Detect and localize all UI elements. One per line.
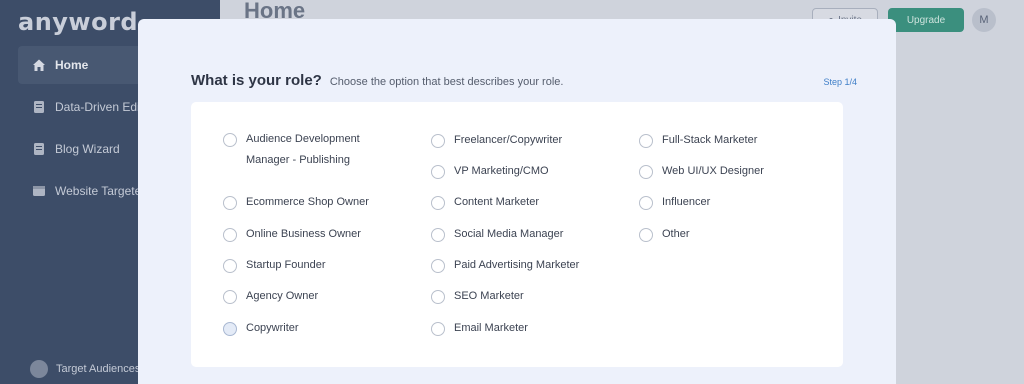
role-option-label: Startup Founder xyxy=(246,259,326,271)
radio-button[interactable] xyxy=(431,322,445,336)
role-option-label: Email Marketer xyxy=(454,322,528,334)
avatar[interactable]: M xyxy=(972,8,996,32)
role-option-label: Influencer xyxy=(662,196,711,208)
role-modal: What is your role? Choose the option tha… xyxy=(138,19,896,384)
modal-title: What is your role? xyxy=(191,72,322,89)
role-option[interactable]: Copywriter xyxy=(223,322,423,339)
role-option[interactable]: Social Media Manager xyxy=(431,228,631,245)
role-option-label: Ecommerce Shop Owner xyxy=(246,196,369,208)
radio-button[interactable] xyxy=(431,196,445,210)
role-option[interactable]: VP Marketing/CMO xyxy=(431,165,631,182)
document-icon xyxy=(32,142,46,156)
modal-subtitle: Choose the option that best describes yo… xyxy=(329,76,564,88)
role-option[interactable]: Full-Stack Marketer xyxy=(639,134,839,151)
role-option[interactable]: SEO Marketer xyxy=(431,290,631,307)
radio-button[interactable] xyxy=(639,165,653,179)
role-option-label: Freelancer/Copywriter xyxy=(454,134,563,146)
role-option[interactable]: Freelancer/Copywriter xyxy=(431,134,631,151)
radio-button[interactable] xyxy=(223,259,237,273)
modal-header: What is your role? Choose the option tha… xyxy=(191,72,563,89)
audience-icon xyxy=(30,360,48,378)
radio-button[interactable] xyxy=(431,165,445,179)
radio-button[interactable] xyxy=(431,290,445,304)
role-option[interactable]: Other xyxy=(639,228,839,245)
role-option[interactable]: Influencer xyxy=(639,196,839,213)
role-option-label: Audience Development Manager - Publishin… xyxy=(246,133,360,166)
role-option[interactable]: Paid Advertising Marketer xyxy=(431,259,631,276)
role-option[interactable]: Content Marketer xyxy=(431,196,631,213)
role-option[interactable]: Audience Development Manager - Publishin… xyxy=(223,133,423,171)
role-option-label: Content Marketer xyxy=(454,196,539,208)
role-option[interactable]: Email Marketer xyxy=(431,322,631,339)
role-option-label: Agency Owner xyxy=(246,290,319,302)
role-option[interactable]: Agency Owner xyxy=(223,290,423,307)
role-option[interactable]: Ecommerce Shop Owner xyxy=(223,196,423,213)
role-option-label: Copywriter xyxy=(246,322,299,334)
radio-button[interactable] xyxy=(639,134,653,148)
app-logo: anyword xyxy=(18,8,139,36)
sidebar-item-label: Target Audiences xyxy=(56,363,141,375)
role-option[interactable]: Startup Founder xyxy=(223,259,423,276)
role-options-card: Audience Development Manager - Publishin… xyxy=(191,102,843,367)
step-indicator: Step 1/4 xyxy=(823,77,857,87)
radio-button[interactable] xyxy=(223,322,237,336)
radio-button[interactable] xyxy=(431,134,445,148)
sidebar-item-label: Home xyxy=(55,58,89,72)
role-option-label: Full-Stack Marketer xyxy=(662,134,758,146)
home-icon xyxy=(32,58,46,72)
sidebar-item-label: Website Targeted xyxy=(55,184,148,198)
role-option-label: VP Marketing/CMO xyxy=(454,165,549,177)
radio-button[interactable] xyxy=(223,290,237,304)
role-option[interactable]: Web UI/UX Designer xyxy=(639,165,839,182)
radio-button[interactable] xyxy=(431,259,445,273)
radio-button[interactable] xyxy=(223,196,237,210)
role-option-label: Social Media Manager xyxy=(454,228,564,240)
upgrade-button[interactable]: Upgrade xyxy=(888,8,964,32)
radio-button[interactable] xyxy=(223,228,237,242)
role-option[interactable]: Online Business Owner xyxy=(223,228,423,245)
sidebar-item-label: Blog Wizard xyxy=(55,142,120,156)
sidebar-item-target-audiences[interactable]: Target Audiences xyxy=(30,360,140,378)
browser-icon xyxy=(32,184,46,198)
role-option-label: SEO Marketer xyxy=(454,290,524,302)
role-option-label: Web UI/UX Designer xyxy=(662,165,764,177)
role-option-label: Other xyxy=(662,228,690,240)
document-icon xyxy=(32,100,46,114)
radio-button[interactable] xyxy=(639,196,653,210)
radio-button[interactable] xyxy=(431,228,445,242)
radio-button[interactable] xyxy=(639,228,653,242)
role-option-label: Online Business Owner xyxy=(246,228,361,240)
role-option-label: Paid Advertising Marketer xyxy=(454,259,580,271)
radio-button[interactable] xyxy=(223,133,237,147)
